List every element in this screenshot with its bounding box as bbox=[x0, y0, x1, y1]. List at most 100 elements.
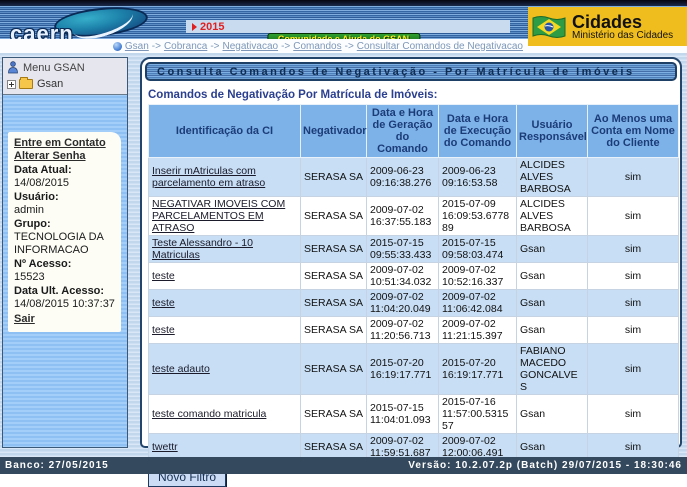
negativador-cell: SERASA SA bbox=[301, 395, 367, 434]
table-row: testeSERASA SA2009-07-02 10:51:34.032200… bbox=[149, 263, 679, 290]
command-link[interactable]: NEGATIVAR IMOVEIS COM PARCELAMENTOS EM A… bbox=[152, 198, 285, 234]
execucao-cell: 2015-07-15 09:58:03.474 bbox=[439, 236, 517, 263]
breadcrumb-link[interactable]: Comandos bbox=[293, 41, 341, 52]
table-row: Inserir mAtriculas com parcelamento em a… bbox=[149, 158, 679, 197]
column-header: Identificação da CI bbox=[149, 105, 301, 158]
sidebar: Menu GSAN Gsan Entre em Contato Alterar … bbox=[2, 57, 128, 448]
ministry-subtitle: Ministério das Cidades bbox=[572, 31, 673, 41]
command-link[interactable]: teste bbox=[152, 270, 175, 282]
main-panel: Consulta Comandos de Negativação - Por M… bbox=[140, 57, 682, 448]
command-id-cell: teste bbox=[149, 290, 301, 317]
logout-link[interactable]: Sair bbox=[14, 313, 115, 326]
conta-cell: sim bbox=[588, 236, 679, 263]
geracao-cell: 2009-07-02 16:37:55.183 bbox=[367, 197, 439, 236]
command-id-cell: teste bbox=[149, 263, 301, 290]
table-row: testeSERASA SA2009-07-02 11:04:20.049200… bbox=[149, 290, 679, 317]
execucao-cell: 2009-07-02 10:52:16.337 bbox=[439, 263, 517, 290]
info-value: 14/08/2015 10:37:37 bbox=[14, 298, 115, 311]
conta-cell: sim bbox=[588, 158, 679, 197]
ministry-text: Cidades Ministério das Cidades bbox=[572, 13, 673, 41]
column-header: Usuário Responsável bbox=[517, 105, 588, 158]
execucao-cell: 2009-07-02 11:06:42.084 bbox=[439, 290, 517, 317]
info-label: Nº Acesso: bbox=[14, 258, 115, 271]
geracao-cell: 2015-07-20 16:19:17.771 bbox=[367, 344, 439, 395]
ticker-year: 2015 bbox=[200, 21, 224, 33]
usuario-cell: Gsan bbox=[517, 290, 588, 317]
command-id-cell: teste adauto bbox=[149, 344, 301, 395]
info-label: Data Ult. Acesso: bbox=[14, 285, 115, 298]
negativador-cell: SERASA SA bbox=[301, 236, 367, 263]
info-value: 14/08/2015 bbox=[14, 177, 115, 190]
usuario-cell: ALCIDES ALVES BARBOSA bbox=[517, 158, 588, 197]
breadcrumb-separator: -> bbox=[210, 41, 219, 52]
user-computer-icon bbox=[7, 61, 19, 74]
execucao-cell: 2015-07-09 16:09:53.677889 bbox=[439, 197, 517, 236]
table-row: teste comando matriculaSERASA SA2015-07-… bbox=[149, 395, 679, 434]
conta-cell: sim bbox=[588, 290, 679, 317]
execucao-cell: 2009-06-23 09:16:53.58 bbox=[439, 158, 517, 197]
command-link[interactable]: teste bbox=[152, 297, 175, 309]
conta-cell: sim bbox=[588, 317, 679, 344]
negativador-cell: SERASA SA bbox=[301, 158, 367, 197]
usuario-cell: Gsan bbox=[517, 236, 588, 263]
geracao-cell: 2009-07-02 11:04:20.049 bbox=[367, 290, 439, 317]
table-row: teste adautoSERASA SA2015-07-20 16:19:17… bbox=[149, 344, 679, 395]
breadcrumb-link[interactable]: Gsan bbox=[125, 41, 149, 52]
contact-link[interactable]: Entre em Contato bbox=[14, 137, 115, 150]
ticker-arrow-icon bbox=[192, 23, 197, 31]
page-title: Consulta Comandos de Negativação - Por M… bbox=[157, 66, 635, 78]
geracao-cell: 2009-07-02 11:20:56.713 bbox=[367, 317, 439, 344]
command-link[interactable]: Inserir mAtriculas com parcelamento em a… bbox=[152, 165, 265, 189]
menu-gsan-label: Menu GSAN bbox=[23, 62, 85, 74]
gsan-application: caern 2015 Comunidade e Ajuda do GSAN Ci… bbox=[0, 0, 687, 474]
status-bar: Banco: 27/05/2015 Versão: 10.2.07.2p (Ba… bbox=[0, 457, 687, 474]
command-link[interactable]: Teste Alessandro - 10 Matriculas bbox=[152, 237, 253, 261]
info-label: Usuário: bbox=[14, 191, 115, 204]
conta-cell: sim bbox=[588, 344, 679, 395]
negativador-cell: SERASA SA bbox=[301, 317, 367, 344]
breadcrumb-links: Gsan->Cobranca->Negativacao->Comandos->C… bbox=[125, 41, 523, 52]
info-value: admin bbox=[14, 204, 115, 217]
info-label: Grupo: bbox=[14, 218, 115, 231]
breadcrumb-link[interactable]: Negativacao bbox=[222, 41, 278, 52]
info-value: TECNOLOGIA DA INFORMACAO bbox=[14, 231, 115, 257]
geracao-cell: 2015-07-15 11:04:01.093 bbox=[367, 395, 439, 434]
column-header: Data e Hora de Execução do Comando bbox=[439, 105, 517, 158]
change-password-link[interactable]: Alterar Senha bbox=[14, 150, 115, 163]
command-link[interactable]: teste adauto bbox=[152, 363, 210, 375]
conta-cell: sim bbox=[588, 263, 679, 290]
table-body: Inserir mAtriculas com parcelamento em a… bbox=[149, 158, 679, 461]
geracao-cell: 2009-06-23 09:16:38.276 bbox=[367, 158, 439, 197]
breadcrumb-globe-icon bbox=[113, 42, 122, 51]
execucao-cell: 2009-07-02 11:21:15.397 bbox=[439, 317, 517, 344]
usuario-cell: FABIANO MACEDO GONCALVES bbox=[517, 344, 588, 395]
usuario-cell: Gsan bbox=[517, 317, 588, 344]
column-header: Negativador bbox=[301, 105, 367, 158]
command-link[interactable]: twettr bbox=[152, 441, 178, 453]
folder-icon bbox=[19, 79, 33, 89]
menu-gsan-header: Menu GSAN bbox=[7, 61, 123, 74]
command-link[interactable]: teste bbox=[152, 324, 175, 336]
execucao-cell: 2015-07-16 11:57:00.531557 bbox=[439, 395, 517, 434]
breadcrumb-link[interactable]: Cobranca bbox=[164, 41, 207, 52]
table-row: NEGATIVAR IMOVEIS COM PARCELAMENTOS EM A… bbox=[149, 197, 679, 236]
command-id-cell: Teste Alessandro - 10 Matriculas bbox=[149, 236, 301, 263]
breadcrumb-link[interactable]: Consultar Comandos de Negativacao bbox=[357, 41, 523, 52]
year-ticker: 2015 bbox=[186, 20, 510, 33]
breadcrumb-separator: -> bbox=[345, 41, 354, 52]
status-banco: Banco: 27/05/2015 bbox=[5, 460, 109, 471]
negativador-cell: SERASA SA bbox=[301, 197, 367, 236]
info-label: Data Atual: bbox=[14, 164, 115, 177]
breadcrumb-separator: -> bbox=[281, 41, 290, 52]
breadcrumb-separator: -> bbox=[152, 41, 161, 52]
command-link[interactable]: teste comando matricula bbox=[152, 408, 266, 420]
session-info-panel: Entre em Contato Alterar Senha Data Atua… bbox=[8, 132, 121, 332]
negativador-cell: SERASA SA bbox=[301, 263, 367, 290]
column-header: Data e Hora de Geração do Comando bbox=[367, 105, 439, 158]
table-header-row: Identificação da CINegativadorData e Hor… bbox=[149, 105, 679, 158]
usuario-cell: ALCIDES ALVES BARBOSA bbox=[517, 197, 588, 236]
column-header: Ao Menos uma Conta em Nome do Cliente bbox=[588, 105, 679, 158]
tree-expand-icon[interactable] bbox=[7, 80, 16, 89]
command-id-cell: teste comando matricula bbox=[149, 395, 301, 434]
tree-item-gsan[interactable]: Gsan bbox=[7, 78, 123, 90]
